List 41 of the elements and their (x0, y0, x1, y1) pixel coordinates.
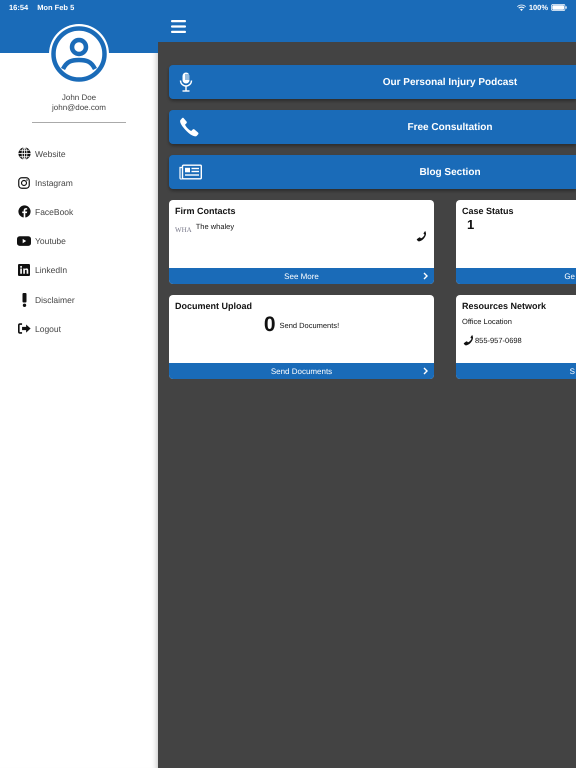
logout-icon (18, 323, 30, 334)
facebook-icon (18, 205, 30, 218)
card-footer-button[interactable]: Send Documents (169, 363, 434, 379)
sidebar-item[interactable]: FaceBook (35, 206, 74, 217)
chevron-right-icon (423, 367, 428, 375)
sidebar-item[interactable]: LinkedIn (35, 265, 68, 276)
card-footer-button[interactable]: S (456, 363, 576, 379)
exclamation-icon (22, 292, 26, 307)
sidebar-item[interactable]: Website (35, 148, 66, 159)
chevron-right-icon (423, 272, 428, 280)
action-button[interactable]: Our Personal Injury Podcast (169, 65, 576, 99)
card-title: Document Upload (175, 301, 254, 311)
user-avatar-icon (51, 26, 107, 82)
card-title: Resources Network (462, 301, 548, 311)
sidebar-item[interactable]: Youtube (35, 236, 66, 246)
action-button[interactable]: Blog Section (169, 155, 576, 189)
card-title: Firm Contacts (175, 206, 237, 216)
battery-icon (551, 4, 567, 11)
sidebar-item[interactable]: Instagram (35, 178, 73, 188)
wifi-icon (516, 4, 526, 11)
newspaper-icon (179, 164, 202, 180)
action-button[interactable]: Free Consultation (169, 110, 576, 144)
card-footer-button[interactable]: See More (169, 268, 434, 284)
user-name: John Doe (62, 93, 96, 103)
instagram-icon (18, 176, 30, 189)
document-count: 0 (264, 315, 276, 335)
case-count: 1 (467, 217, 474, 232)
video-play-icon (17, 236, 31, 246)
user-email: john@doe.com (52, 103, 106, 113)
linkedin-icon (18, 264, 30, 276)
sidebar-item[interactable]: Disclaimer (35, 294, 75, 305)
phone-icon (462, 334, 474, 346)
phone-icon (179, 117, 199, 137)
globe-icon (18, 147, 30, 160)
phone-icon (415, 230, 427, 242)
menu-button[interactable] (171, 20, 186, 33)
microphone-icon (179, 72, 193, 92)
card-title: Case Status (462, 206, 515, 216)
menu-icon (171, 20, 186, 33)
sidebar-item[interactable]: Logout (35, 324, 61, 334)
card-footer-button[interactable]: Ge (456, 268, 576, 284)
